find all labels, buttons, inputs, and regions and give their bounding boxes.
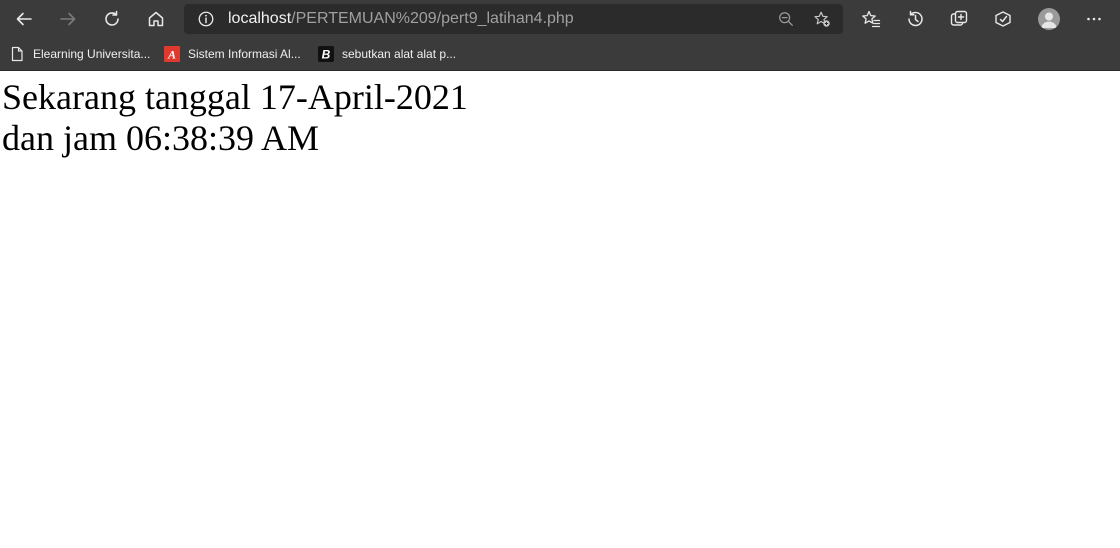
date-line: Sekarang tanggal 17-April-2021: [2, 77, 468, 117]
extensions-icon: [995, 11, 1011, 27]
refresh-button[interactable]: [96, 3, 128, 35]
bookmark-elearning[interactable]: Elearning Universita...: [9, 43, 150, 65]
bookmark-sebutkan[interactable]: B sebutkan alat alat p...: [318, 43, 456, 65]
bookmark-label: Elearning Universita...: [33, 47, 151, 61]
time-line: dan jam 06:38:39 AM: [2, 118, 319, 158]
bookmark-sistem-informasi[interactable]: A Sistem Informasi Al...: [164, 43, 301, 65]
extensions-button[interactable]: [987, 3, 1019, 35]
home-icon: [148, 11, 164, 27]
page-content: Sekarang tanggal 17-April-2021 dan jam 0…: [2, 77, 468, 159]
address-bar[interactable]: localhost/PERTEMUAN%209/pert9_latihan4.p…: [184, 4, 843, 34]
site-info-icon[interactable]: [196, 9, 216, 29]
url-host: localhost: [228, 10, 292, 27]
refresh-icon: [105, 10, 119, 26]
svg-text:A: A: [167, 48, 176, 62]
a-logo-icon: A: [164, 46, 180, 62]
page-icon: [9, 46, 25, 62]
back-button[interactable]: [8, 3, 40, 35]
svg-text:B: B: [322, 48, 331, 62]
collections-button[interactable]: [943, 3, 975, 35]
more-button[interactable]: [1078, 3, 1110, 35]
history-button[interactable]: [899, 3, 931, 35]
b-logo-icon: B: [318, 46, 334, 62]
history-icon: [908, 10, 923, 27]
bookmark-label: Sistem Informasi Al...: [188, 47, 301, 61]
home-button[interactable]: [140, 3, 172, 35]
forward-icon: [60, 12, 76, 26]
browser-toolbar: localhost/PERTEMUAN%209/pert9_latihan4.p…: [0, 0, 1120, 38]
back-icon: [16, 12, 32, 26]
url-path: /PERTEMUAN%209/pert9_latihan4.php: [291, 10, 574, 27]
forward-button[interactable]: [52, 3, 84, 35]
add-favorite-icon[interactable]: [812, 9, 832, 29]
profile-avatar[interactable]: [1038, 8, 1060, 30]
profile-icon: [1041, 12, 1057, 28]
favorites-icon: [862, 10, 881, 28]
bookmark-label: sebutkan alat alat p...: [342, 47, 457, 61]
collections-icon: [950, 10, 968, 26]
more-icon: [1087, 17, 1101, 21]
address-url[interactable]: localhost/PERTEMUAN%209/pert9_latihan4.p…: [228, 4, 574, 34]
zoom-out-icon[interactable]: [776, 9, 796, 29]
favorites-button[interactable]: [855, 3, 887, 35]
bookmarks-bar: Elearning Universita... A Sistem Informa…: [0, 38, 1120, 71]
